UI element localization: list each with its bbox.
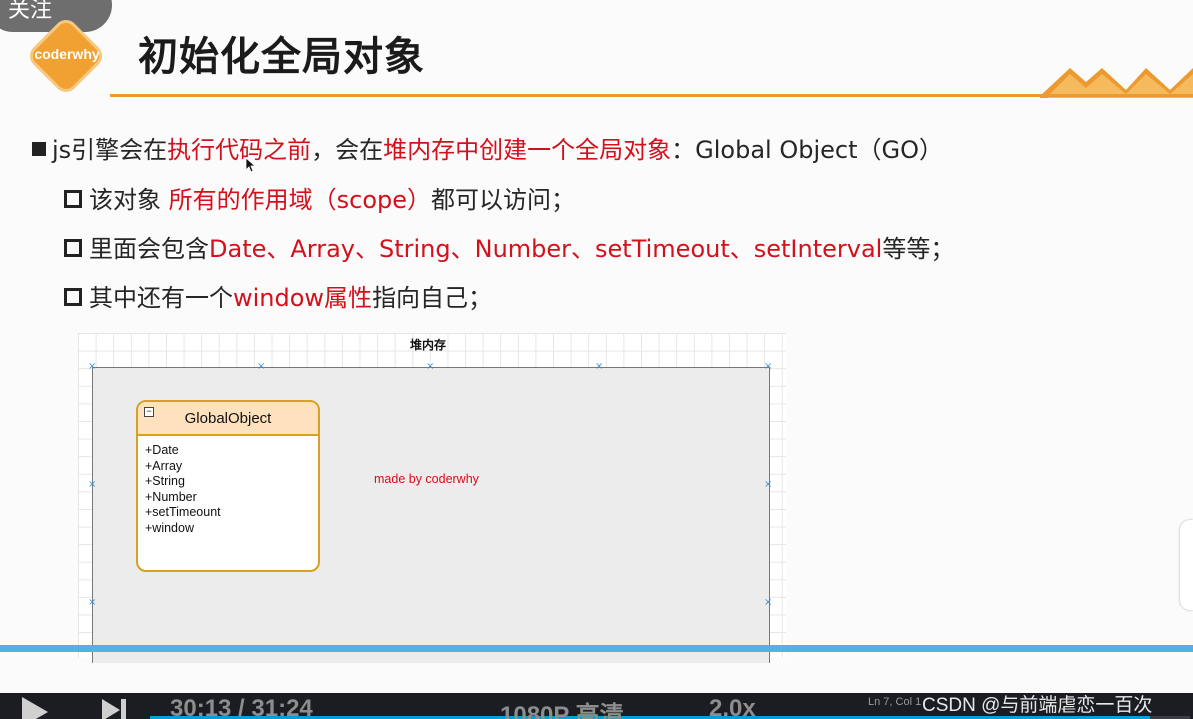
global-object-class-box[interactable]: − GlobalObject +Date +Array +String +Num… — [136, 400, 320, 572]
member-item: +Number — [145, 489, 197, 504]
member-item: +Date — [145, 443, 179, 457]
quality-button[interactable]: 1080P 高清 — [500, 695, 624, 719]
time-display: 30:13 / 31:24 — [170, 695, 313, 719]
slide: 关注 coderwhy 初始化全局对象 js引擎会在执行代码之前，会在堆内存中创… — [0, 0, 1193, 693]
subbullet-contents: 里面会包含Date、Array、String、Number、setTimeout… — [64, 229, 954, 264]
class-members: +Date +Array +String +Number +setTimeoun… — [138, 436, 318, 537]
resize-handle-icon[interactable]: × — [764, 598, 772, 608]
class-header: − GlobalObject — [138, 402, 318, 436]
member-item: +String — [145, 474, 185, 489]
subbullet-window: 其中还有一个window属性指向自己； — [64, 278, 492, 313]
resize-handle-icon[interactable]: × — [595, 362, 603, 372]
editor-highlight-bar — [0, 645, 1193, 652]
play-icon[interactable] — [22, 697, 48, 719]
resize-handle-icon[interactable]: × — [257, 362, 265, 372]
speed-button[interactable]: 2.0x — [709, 695, 756, 719]
follow-label: 关注 — [8, 0, 53, 23]
highlight: 执行代码之前 — [167, 136, 312, 164]
collapse-icon[interactable]: − — [144, 407, 154, 417]
side-panel-tab[interactable] — [1180, 520, 1193, 610]
text: 其中还有一个 — [89, 284, 233, 312]
highlight: Date、Array、String、Number、setTimeout、setI… — [209, 235, 883, 263]
highlight: 堆内存中创建一个全局对象 — [383, 136, 672, 164]
video-player-controls: 30:13 / 31:24 1080P 高清 2.0x Ln 7, Col 1 … — [0, 693, 1193, 719]
editor-status: Ln 7, Col 1 — [868, 696, 922, 708]
text: js引擎会在 — [52, 136, 168, 164]
hollow-square-bullet-icon — [64, 190, 82, 208]
resize-handle-icon[interactable]: × — [764, 362, 772, 372]
text: 指向自己； — [372, 284, 493, 312]
member-item: +window — [145, 520, 194, 535]
text: 等等； — [882, 235, 955, 263]
mouse-cursor-icon — [246, 158, 256, 172]
text: ：Global Object（GO） — [671, 136, 944, 164]
text: 里面会包含 — [89, 235, 209, 263]
hollow-square-bullet-icon — [64, 288, 82, 306]
member-item: +setTimeount — [145, 505, 221, 520]
csdn-watermark: CSDN @与前端虐恋一百次 — [922, 695, 1153, 716]
follow-button[interactable]: 关注 — [0, 0, 112, 32]
resize-handle-icon[interactable]: × — [88, 480, 96, 490]
slide-title: 初始化全局对象 — [138, 34, 425, 80]
text: ，会在 — [311, 136, 384, 164]
title-underline — [110, 94, 1193, 97]
heap-label: 堆内存 — [410, 338, 447, 352]
subbullet-scope: 该对象 所有的作用域（scope）都可以访问； — [64, 180, 575, 215]
hollow-square-bullet-icon — [64, 239, 82, 257]
decorative-hills — [1040, 68, 1193, 98]
credit-note: made by coderwhy — [374, 472, 479, 486]
logo-text: coderwhy — [34, 46, 100, 62]
highlight: 所有的作用域（scope） — [168, 186, 432, 214]
bullet-global-object: js引擎会在执行代码之前，会在堆内存中创建一个全局对象：Global Objec… — [32, 130, 943, 165]
resize-handle-icon[interactable]: × — [426, 362, 434, 372]
highlight: window属性 — [233, 284, 373, 312]
class-name: GlobalObject — [184, 410, 272, 427]
text: 都可以访问； — [431, 186, 576, 214]
resize-handle-icon[interactable]: × — [88, 598, 96, 608]
resize-handle-icon[interactable]: × — [88, 362, 96, 372]
member-item: +Array — [145, 458, 183, 473]
next-icon[interactable] — [102, 697, 128, 719]
square-bullet-icon — [32, 142, 46, 156]
resize-handle-icon[interactable]: × — [764, 480, 772, 490]
text: 该对象 — [89, 186, 169, 214]
